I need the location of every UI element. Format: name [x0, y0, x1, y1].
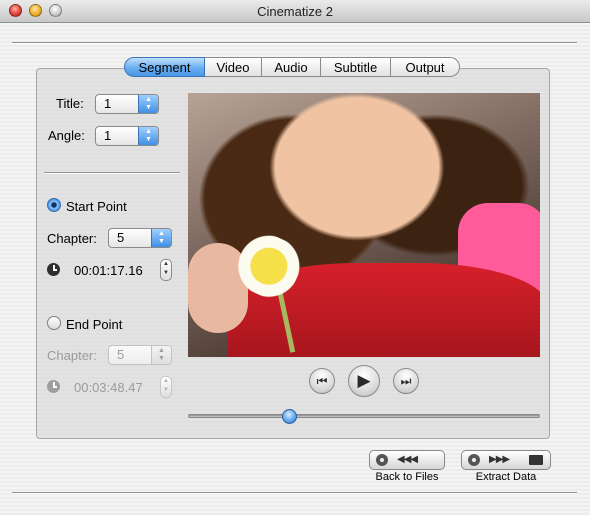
end-chapter-popup: 5 ▲ ▼	[108, 345, 172, 365]
forward-arrows-icon: ▶▶▶	[489, 454, 510, 465]
previous-chapter-button[interactable]: ⏮	[309, 368, 335, 394]
scrubber-track[interactable]	[188, 414, 540, 418]
disc-icon	[376, 454, 388, 466]
back-to-files-label[interactable]: Back to Files	[364, 471, 450, 483]
title-popup[interactable]: 1 ▲ ▼	[95, 94, 159, 114]
start-time-value[interactable]: 00:01:17.16	[74, 263, 143, 278]
extract-data-label[interactable]: Extract Data	[461, 471, 551, 483]
angle-popup-value: 1	[104, 128, 112, 143]
title-bar: Cinematize 2	[0, 0, 590, 23]
popup-arrows-icon: ▲ ▼	[151, 229, 171, 247]
end-point-radio[interactable]	[47, 316, 61, 330]
window-title: Cinematize 2	[257, 4, 333, 19]
section-divider	[44, 172, 180, 174]
start-chapter-value: 5	[117, 230, 125, 245]
bottom-divider	[12, 492, 577, 494]
disc-icon	[468, 454, 480, 466]
skip-back-icon: ⏮	[316, 374, 328, 388]
title-label: Title:	[56, 96, 84, 111]
film-icon	[529, 455, 543, 465]
extract-data-button[interactable]: ▶▶▶	[461, 450, 551, 470]
end-time-stepper: ▲ ▼	[160, 376, 172, 398]
clock-icon	[47, 380, 60, 393]
end-time-value: 00:03:48.47	[74, 380, 143, 395]
title-popup-value: 1	[104, 96, 112, 111]
popup-arrows-icon: ▲ ▼	[151, 346, 171, 364]
angle-label: Angle:	[48, 128, 85, 143]
tab-audio[interactable]: Audio	[262, 57, 321, 77]
angle-popup[interactable]: 1 ▲ ▼	[95, 126, 159, 146]
start-point-radio[interactable]	[47, 198, 61, 212]
tab-video[interactable]: Video	[205, 57, 262, 77]
video-preview	[188, 93, 540, 357]
tab-segment[interactable]: Segment	[124, 57, 205, 77]
back-to-files-button[interactable]: ◀◀◀	[369, 450, 445, 470]
popup-arrows-icon: ▲ ▼	[138, 95, 158, 113]
rewind-arrows-icon: ◀◀◀	[397, 454, 418, 465]
next-chapter-button[interactable]: ⏭	[393, 368, 419, 394]
tab-subtitle[interactable]: Subtitle	[321, 57, 391, 77]
end-chapter-label: Chapter:	[47, 348, 97, 363]
end-chapter-value: 5	[117, 347, 125, 362]
tab-bar: Segment Video Audio Subtitle Output	[124, 57, 460, 77]
skip-forward-icon: ⏭	[400, 374, 412, 388]
clock-icon	[47, 263, 60, 276]
start-chapter-label: Chapter:	[47, 231, 97, 246]
play-icon: ▶	[357, 371, 371, 390]
top-divider	[12, 42, 577, 44]
start-point-label[interactable]: Start Point	[66, 199, 127, 214]
start-time-stepper[interactable]: ▲ ▼	[160, 259, 172, 281]
play-button[interactable]: ▶	[348, 365, 380, 397]
scrubber-knob[interactable]	[282, 409, 297, 424]
start-chapter-popup[interactable]: 5 ▲ ▼	[108, 228, 172, 248]
end-point-label[interactable]: End Point	[66, 317, 122, 332]
tab-output[interactable]: Output	[391, 57, 460, 77]
popup-arrows-icon: ▲ ▼	[138, 127, 158, 145]
